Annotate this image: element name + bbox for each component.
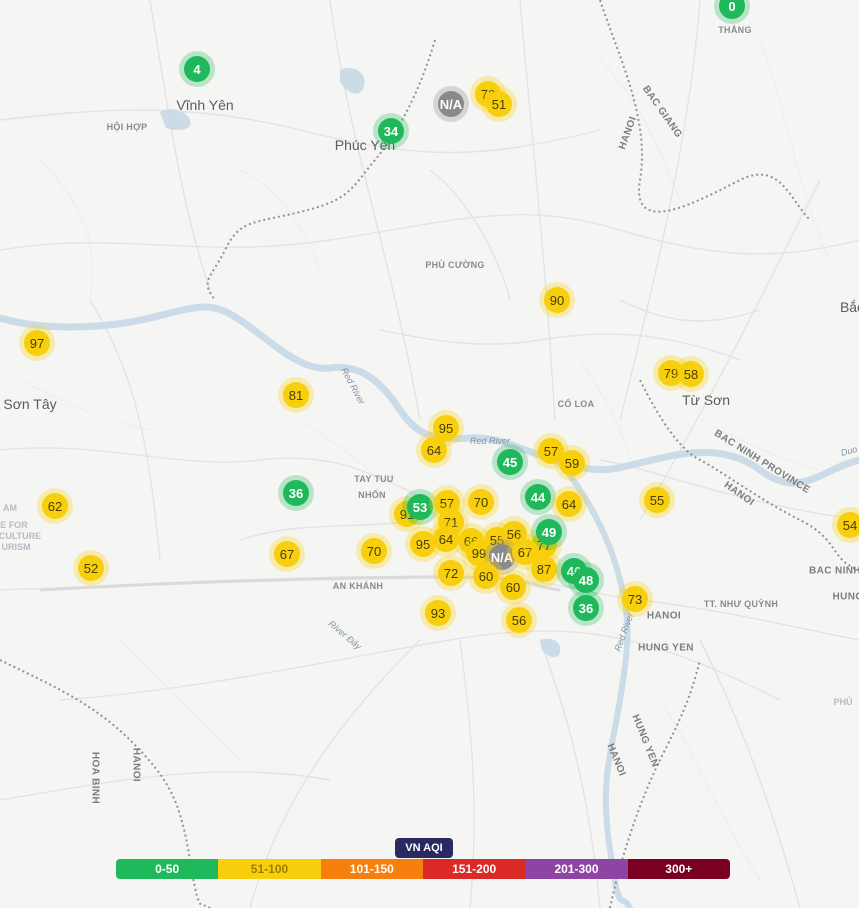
place-hung: HUNG [832, 591, 859, 603]
place-hanoi-southeast: HANOI [646, 610, 682, 622]
legend-band-moderate: 51-100 [218, 859, 321, 879]
place-tt-nhu-quynh: TT. NHƯ QUỲNH [703, 599, 779, 609]
place-son-tay: Sơn Tây [3, 396, 57, 412]
aqi-marker[interactable]: N/A [438, 91, 464, 117]
place-phu-edge: PHỦ [833, 697, 853, 707]
place-bac-edge: Bắc [839, 299, 859, 315]
aqi-marker[interactable]: 67 [274, 541, 300, 567]
place-hoa-binh: HOA BINH [89, 751, 101, 805]
aqi-marker[interactable]: 59 [559, 450, 585, 476]
aqi-marker[interactable]: 60 [500, 574, 526, 600]
aqi-marker[interactable]: 36 [283, 480, 309, 506]
aqi-marker[interactable]: 73 [622, 586, 648, 612]
air-quality-map[interactable]: Vĩnh Yên Phúc Yên Sơn Tây Từ Sơn Bắc HỘI… [0, 0, 859, 908]
place-fragment-culture: CULTURE [0, 531, 42, 541]
aqi-marker[interactable]: 52 [78, 555, 104, 581]
aqi-marker[interactable]: 60 [473, 563, 499, 589]
aqi-marker[interactable]: 93 [425, 600, 451, 626]
aqi-marker[interactable]: 48 [573, 567, 599, 593]
aqi-marker[interactable]: 44 [525, 484, 551, 510]
place-tu-son: Từ Sơn [681, 392, 731, 408]
place-an-khanh: AN KHÁNH [332, 581, 384, 591]
aqi-marker[interactable]: 95 [410, 531, 436, 557]
place-thang: THẮNG [718, 25, 752, 35]
aqi-marker[interactable]: 62 [42, 493, 68, 519]
aqi-marker[interactable]: 49 [536, 519, 562, 545]
aqi-marker[interactable]: 90 [544, 287, 570, 313]
aqi-marker[interactable]: 53 [407, 494, 433, 520]
aqi-marker[interactable]: 56 [506, 607, 532, 633]
place-co-loa: CỔ LOA [557, 399, 595, 409]
place-fragment-e-for: E FOR [0, 520, 28, 530]
aqi-marker[interactable]: 36 [573, 595, 599, 621]
aqi-marker[interactable]: 70 [468, 489, 494, 515]
place-phu-cuong: PHÙ CƯỜNG [425, 260, 485, 270]
place-bac-ninh: BAC NINH [808, 565, 859, 577]
place-tay-tuu: TAY TUU [354, 474, 394, 484]
aqi-marker[interactable]: 64 [421, 437, 447, 463]
aqi-marker[interactable]: 81 [283, 382, 309, 408]
aqi-marker[interactable]: 87 [531, 556, 557, 582]
legend-band-hazardous: 300+ [627, 859, 730, 879]
place-vinh-yen: Vĩnh Yên [176, 97, 234, 113]
aqi-marker[interactable]: 51 [486, 91, 512, 117]
legend-band-unhealthy: 151-200 [422, 859, 526, 879]
aqi-marker[interactable]: 64 [433, 526, 459, 552]
place-hanoi-southwest: HANOI [130, 747, 142, 783]
aqi-marker[interactable]: 34 [378, 118, 404, 144]
place-nhon: NHỔN [358, 490, 386, 500]
aqi-marker[interactable]: 54 [837, 512, 859, 538]
aqi-marker[interactable]: 4 [184, 56, 210, 82]
aqi-marker[interactable]: 97 [24, 330, 50, 356]
place-hoi-hop: HỘI HỢP [106, 122, 148, 132]
aqi-marker[interactable]: 72 [438, 560, 464, 586]
place-fragment-am: AM [3, 503, 17, 513]
legend-scale: 0-50 51-100 101-150 151-200 201-300 300+ [116, 859, 730, 879]
place-hung-yen: HUNG YEN [638, 642, 694, 654]
aqi-marker[interactable]: 64 [556, 491, 582, 517]
legend-band-unhealthy-sensitive: 101-150 [320, 859, 423, 879]
place-red-river-center: Red River [469, 436, 511, 446]
aqi-marker[interactable]: 55 [644, 487, 670, 513]
aqi-marker[interactable]: 70 [361, 538, 387, 564]
legend-band-very-unhealthy: 201-300 [525, 859, 628, 879]
aqi-marker[interactable]: 58 [678, 361, 704, 387]
aqi-marker[interactable]: 45 [497, 449, 523, 475]
legend-band-good: 0-50 [116, 859, 219, 879]
place-fragment-urism: URISM [1, 542, 31, 552]
legend-title: VN AQI [395, 838, 453, 858]
